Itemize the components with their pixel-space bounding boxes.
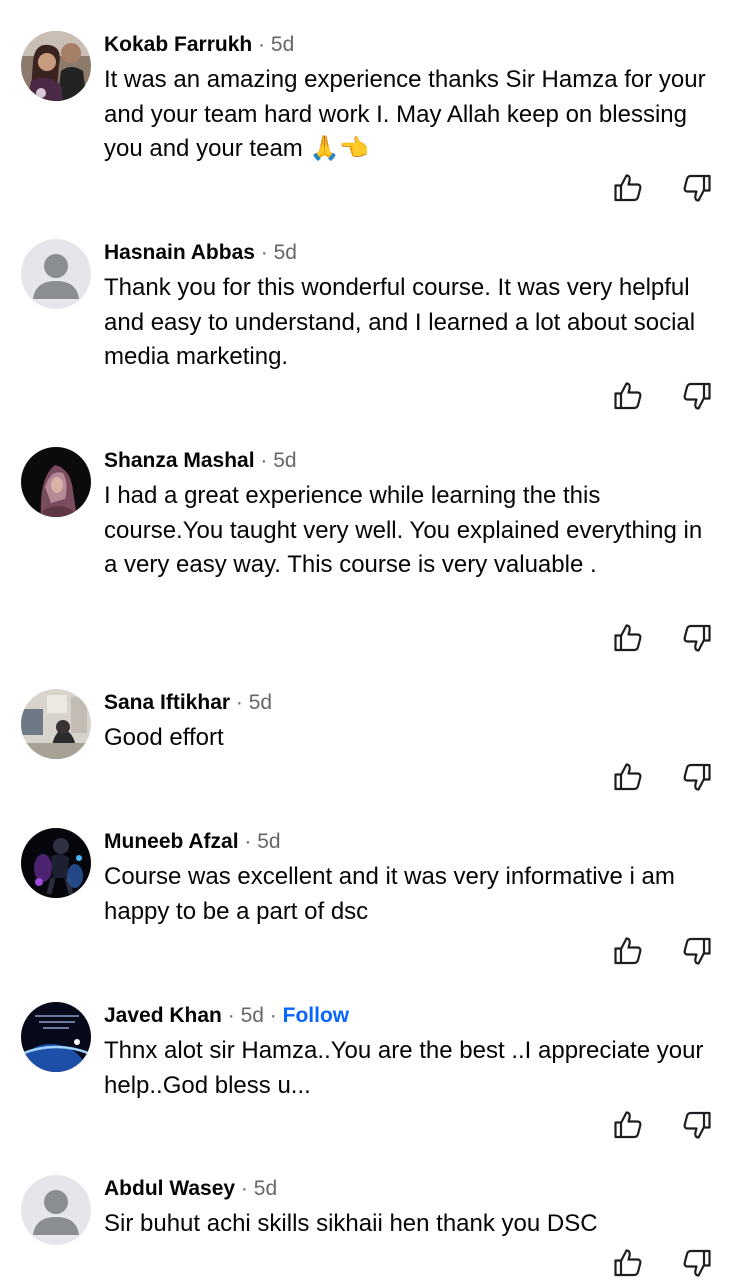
timestamp[interactable]: 5d [273,449,296,472]
author-name[interactable]: Hasnain Abbas [104,241,255,264]
separator: · [258,33,266,56]
separator: · [235,691,243,714]
thumbs-down-outline-icon[interactable] [681,1109,713,1141]
thumbs-down-outline-icon[interactable] [681,380,713,412]
thumbs-down-outline-icon[interactable] [681,935,713,967]
thumbs-up-outline-icon[interactable] [612,1109,644,1141]
timestamp[interactable]: 5d [249,691,272,714]
default-avatar-icon[interactable] [21,1175,91,1245]
timestamp[interactable]: 5d [254,1177,277,1200]
avatar-photo [21,689,91,759]
comment-header: Javed Khan · 5d · Follow [104,1001,349,1031]
thumbs-up-outline-icon[interactable] [612,380,644,412]
vote-actions [612,172,712,206]
comment-header: Kokab Farrukh · 5d [104,30,294,60]
vote-actions [612,1109,712,1143]
comment-text: Course was excellent and it was very inf… [104,863,675,925]
thumbs-up-outline-icon[interactable] [612,622,644,654]
vote-actions [612,622,712,656]
avatar-photo [21,31,91,101]
author-name[interactable]: Muneeb Afzal [104,830,239,853]
author-name[interactable]: Abdul Wasey [104,1177,235,1200]
author-name[interactable]: Shanza Mashal [104,449,255,472]
comment-text: I had a great experience while learning … [104,482,703,578]
timestamp[interactable]: 5d [241,1004,264,1027]
thumbs-up-outline-icon[interactable] [612,172,644,204]
comment-header: Sana Iftikhar · 5d [104,688,272,718]
separator: · [227,1004,235,1027]
separator: · [260,449,268,472]
comment-text: Good effort [104,724,224,751]
avatar-photo [21,1002,91,1072]
author-name[interactable]: Javed Khan [104,1004,222,1027]
comment-header: Hasnain Abbas · 5d [104,238,297,268]
follow-link[interactable]: Follow [283,1004,350,1027]
timestamp[interactable]: 5d [274,241,297,264]
timestamp[interactable]: 5d [257,830,280,853]
thumbs-down-outline-icon[interactable] [681,622,713,654]
comment-header: Shanza Mashal · 5d [104,446,297,476]
vote-actions [612,935,712,969]
avatar[interactable] [21,828,91,898]
thumbs-down-outline-icon[interactable] [681,172,713,204]
separator: · [244,830,252,853]
comment-text: Thnx alot sir Hamza..You are the best ..… [104,1037,704,1099]
avatar[interactable] [21,1002,91,1072]
timestamp[interactable]: 5d [271,33,294,56]
comment-text: It was an amazing experience thanks Sir … [104,66,706,162]
vote-actions [612,761,712,795]
thumbs-up-outline-icon[interactable] [612,1247,644,1279]
avatar[interactable] [21,31,91,101]
author-name[interactable]: Sana Iftikhar [104,691,230,714]
thumbs-up-outline-icon[interactable] [612,935,644,967]
comment-text: Sir buhut achi skills sikhaii hen thank … [104,1210,598,1237]
comment-header: Muneeb Afzal · 5d [104,827,281,857]
avatar-photo [21,828,91,898]
thumbs-up-outline-icon[interactable] [612,761,644,793]
comment-header: Abdul Wasey · 5d [104,1174,277,1204]
separator: · [240,1177,248,1200]
vote-actions [612,1247,712,1281]
avatar-photo [21,447,91,517]
vote-actions [612,380,712,414]
thumbs-down-outline-icon[interactable] [681,761,713,793]
comment-text: Thank you for this wonderful course. It … [104,274,696,370]
author-name[interactable]: Kokab Farrukh [104,33,252,56]
default-avatar-icon[interactable] [21,239,91,309]
separator: · [269,1004,277,1027]
thumbs-down-outline-icon[interactable] [681,1247,713,1279]
avatar[interactable] [21,689,91,759]
avatar[interactable] [21,447,91,517]
separator: · [260,241,268,264]
